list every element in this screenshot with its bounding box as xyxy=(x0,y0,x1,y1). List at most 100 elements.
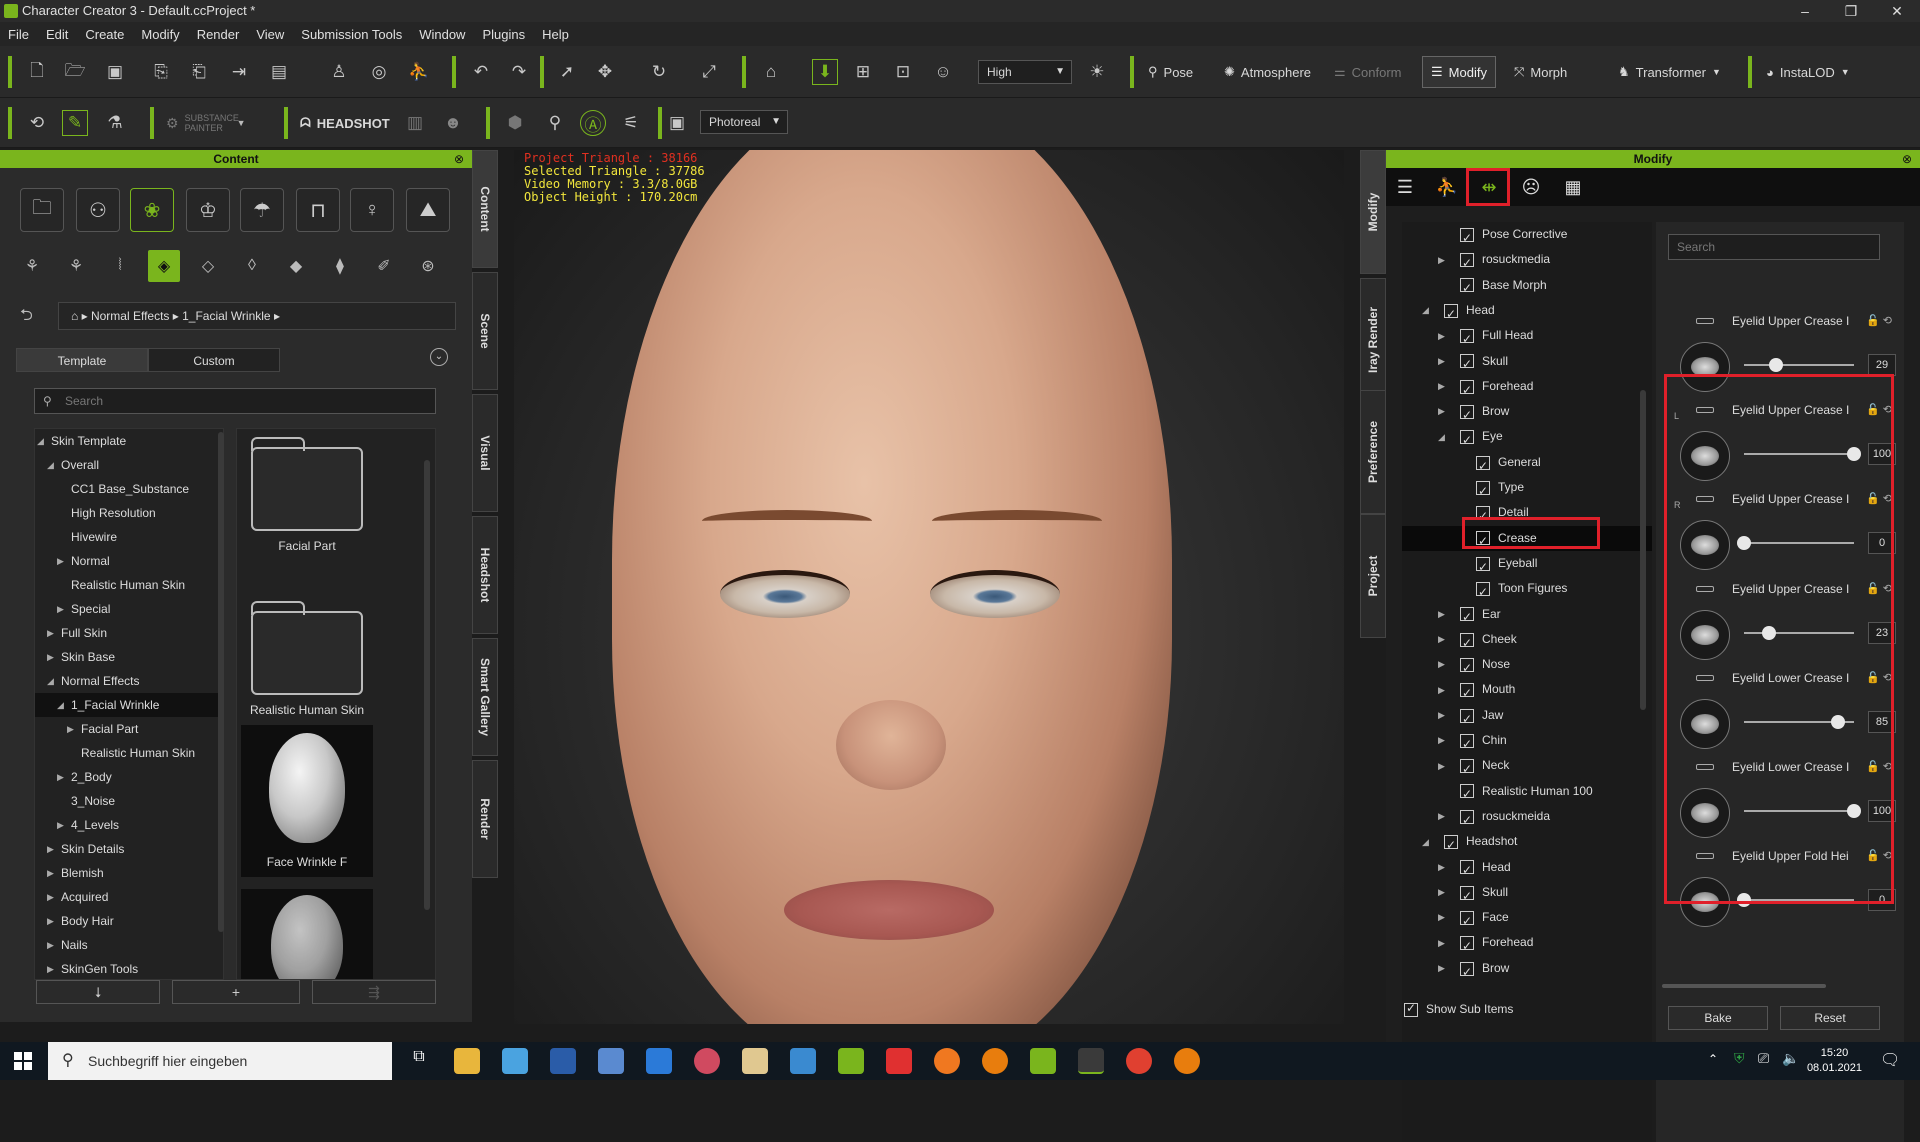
sub-category-icon[interactable]: ⊛ xyxy=(412,250,444,282)
move-icon[interactable]: ✥ xyxy=(592,59,618,85)
morph-tree-item[interactable]: ▶ Brow xyxy=(1402,956,1652,985)
menu-view[interactable]: View xyxy=(256,27,284,42)
thumb-scrollbar[interactable] xyxy=(424,460,430,910)
collapsed-arrow-icon[interactable]: ▶ xyxy=(1438,905,1450,930)
menu-modify[interactable]: Modify xyxy=(141,27,179,42)
morph-tree-item[interactable]: ▶ Head xyxy=(1402,855,1652,883)
material-icon[interactable]: ⚗ xyxy=(102,110,128,136)
maximize-button[interactable]: ❐ xyxy=(1828,0,1874,22)
collapsed-arrow-icon[interactable]: ▶ xyxy=(1438,855,1450,880)
attribute-icon[interactable]: ☰ xyxy=(1390,172,1420,202)
tree-item[interactable]: ▶ 4_Levels xyxy=(35,813,223,837)
download-icon[interactable]: ⭣ xyxy=(36,980,160,1004)
zoom-extent-icon[interactable]: ⊡ xyxy=(890,59,916,85)
morph-tree-item[interactable]: Realistic Human 100 xyxy=(1402,779,1652,807)
chrome-icon[interactable] xyxy=(1126,1048,1152,1074)
morph-tree-item[interactable]: Eyeball xyxy=(1402,551,1652,580)
network-icon[interactable]: ⎚ xyxy=(1758,1050,1769,1067)
collapsed-arrow-icon[interactable]: ▶ xyxy=(47,933,54,957)
checkbox[interactable] xyxy=(1460,757,1474,782)
clock[interactable]: 15:20 08.01.2021 xyxy=(1807,1046,1862,1076)
morph-tree-item[interactable]: ▶ Forehead xyxy=(1402,374,1652,403)
checkbox[interactable] xyxy=(1460,960,1474,985)
app-icon[interactable] xyxy=(598,1048,624,1074)
select-icon[interactable]: ➚ xyxy=(554,59,580,85)
side-tab-scene[interactable]: Scene xyxy=(472,272,498,390)
environment-category-button[interactable]: ⛰ xyxy=(406,188,450,232)
app-icon[interactable] xyxy=(694,1048,720,1074)
tree-item[interactable]: ▶ SkinGen Tools xyxy=(35,957,223,979)
tree-item[interactable]: ▶ Full Skin xyxy=(35,621,223,645)
character-icon[interactable]: ♙ xyxy=(326,59,352,85)
collapsed-arrow-icon[interactable]: ▶ xyxy=(1438,678,1450,703)
tree-item[interactable]: ◢ Normal Effects xyxy=(35,669,223,693)
content-search-input[interactable]: ⚲ Search xyxy=(34,388,436,414)
menu-render[interactable]: Render xyxy=(197,27,240,42)
checkbox[interactable] xyxy=(1460,656,1474,681)
expanded-arrow-icon[interactable]: ◢ xyxy=(47,453,54,477)
morph-tree-item[interactable]: ▶ Skull xyxy=(1402,880,1652,909)
app-icon[interactable] xyxy=(502,1048,528,1074)
tree-item[interactable]: ▶ Blemish xyxy=(35,861,223,885)
expanded-arrow-icon[interactable]: ◢ xyxy=(1422,298,1434,323)
skin-category-button[interactable]: ❀ xyxy=(130,188,174,232)
side-tab-content[interactable]: Content xyxy=(472,150,498,268)
tree-item[interactable]: ▶ Skin Details xyxy=(35,837,223,861)
morph-tree-item[interactable]: Toon Figures xyxy=(1402,576,1652,605)
checkbox[interactable] xyxy=(1460,707,1474,732)
tree-item[interactable]: ▶ Body Hair xyxy=(35,909,223,933)
headshot-button[interactable]: ᗣ HEADSHOT xyxy=(300,110,390,136)
windows-logo-icon[interactable] xyxy=(14,1052,32,1070)
close-button[interactable]: ✕ xyxy=(1874,0,1920,22)
side-tab-render[interactable]: Render xyxy=(472,760,498,878)
menu-create[interactable]: Create xyxy=(85,27,124,42)
sub-category-icon[interactable]: ✐ xyxy=(368,250,400,282)
open-folder-icon[interactable]: 🗁 xyxy=(62,59,88,85)
tab-custom[interactable]: Custom xyxy=(148,348,280,372)
collapsed-arrow-icon[interactable]: ▶ xyxy=(57,597,64,621)
checkbox[interactable] xyxy=(1476,580,1490,605)
collapsed-arrow-icon[interactable]: ▶ xyxy=(47,885,54,909)
checkbox[interactable] xyxy=(1460,858,1474,883)
redo-icon[interactable]: ↷ xyxy=(506,59,532,85)
side-tab-preference[interactable]: Preference xyxy=(1360,390,1386,514)
atmosphere-button[interactable]: ✺ Atmosphere xyxy=(1224,59,1311,85)
collapsed-arrow-icon[interactable]: ▶ xyxy=(1438,602,1450,627)
checkbox[interactable] xyxy=(1460,352,1474,377)
collapsed-arrow-icon[interactable]: ▶ xyxy=(47,645,54,669)
tab-template[interactable]: Template xyxy=(16,348,148,372)
sub-category-icon[interactable]: ⦚ xyxy=(104,250,136,282)
menu-help[interactable]: Help xyxy=(542,27,569,42)
transformer-button[interactable]: ♞ Transformer ▼ xyxy=(1618,59,1721,85)
3d-viewport[interactable]: Project Triangle : 38166 Selected Triang… xyxy=(514,150,1344,1024)
bake-button[interactable]: Bake xyxy=(1668,1006,1768,1030)
tree-item[interactable]: ▶ Acquired xyxy=(35,885,223,909)
tree-scrollbar[interactable] xyxy=(218,432,224,932)
back-icon[interactable]: ⮌ xyxy=(20,304,33,331)
morph-tree-item[interactable]: Type xyxy=(1402,475,1652,504)
morph-tree-item[interactable]: ▶ Forehead xyxy=(1402,930,1652,959)
morph-tree-item[interactable]: ▶ Skull xyxy=(1402,349,1652,377)
collapsed-arrow-icon[interactable]: ▶ xyxy=(1438,754,1450,779)
collapsed-arrow-icon[interactable]: ▶ xyxy=(47,621,54,645)
tree-item[interactable]: Realistic Human Skin xyxy=(35,741,223,765)
face-cam-icon[interactable]: ☺ xyxy=(930,59,956,85)
sub-category-icon[interactable]: ◇ xyxy=(192,250,224,282)
checkbox[interactable] xyxy=(1444,833,1458,858)
collapsed-arrow-icon[interactable]: ▶ xyxy=(1438,652,1450,677)
chevron-down-icon[interactable]: ⌄ xyxy=(430,348,448,366)
home-icon[interactable]: ⌂ xyxy=(71,309,78,323)
morph-button[interactable]: ⤧ Morph xyxy=(1514,59,1567,85)
apply-icon[interactable]: ⇶ xyxy=(312,980,436,1004)
morph-tree-item[interactable]: ▶ rosuckmedia xyxy=(1402,247,1652,276)
character-creator-icon[interactable] xyxy=(1078,1048,1104,1074)
expanded-arrow-icon[interactable]: ◢ xyxy=(1438,425,1450,450)
morph-tree-item[interactable]: ▶ Ear xyxy=(1402,602,1652,630)
collapsed-arrow-icon[interactable]: ▶ xyxy=(1438,349,1450,374)
app-icon[interactable] xyxy=(838,1048,864,1074)
morph-tree-item[interactable]: General xyxy=(1402,450,1652,479)
substance-painter-button[interactable]: ⚙ SUBSTANCE PAINTER ▼ xyxy=(166,110,245,136)
checkbox[interactable] xyxy=(1460,884,1474,909)
tree-item[interactable]: 3_Noise xyxy=(35,789,223,813)
rotate-icon[interactable]: ↻ xyxy=(646,59,672,85)
